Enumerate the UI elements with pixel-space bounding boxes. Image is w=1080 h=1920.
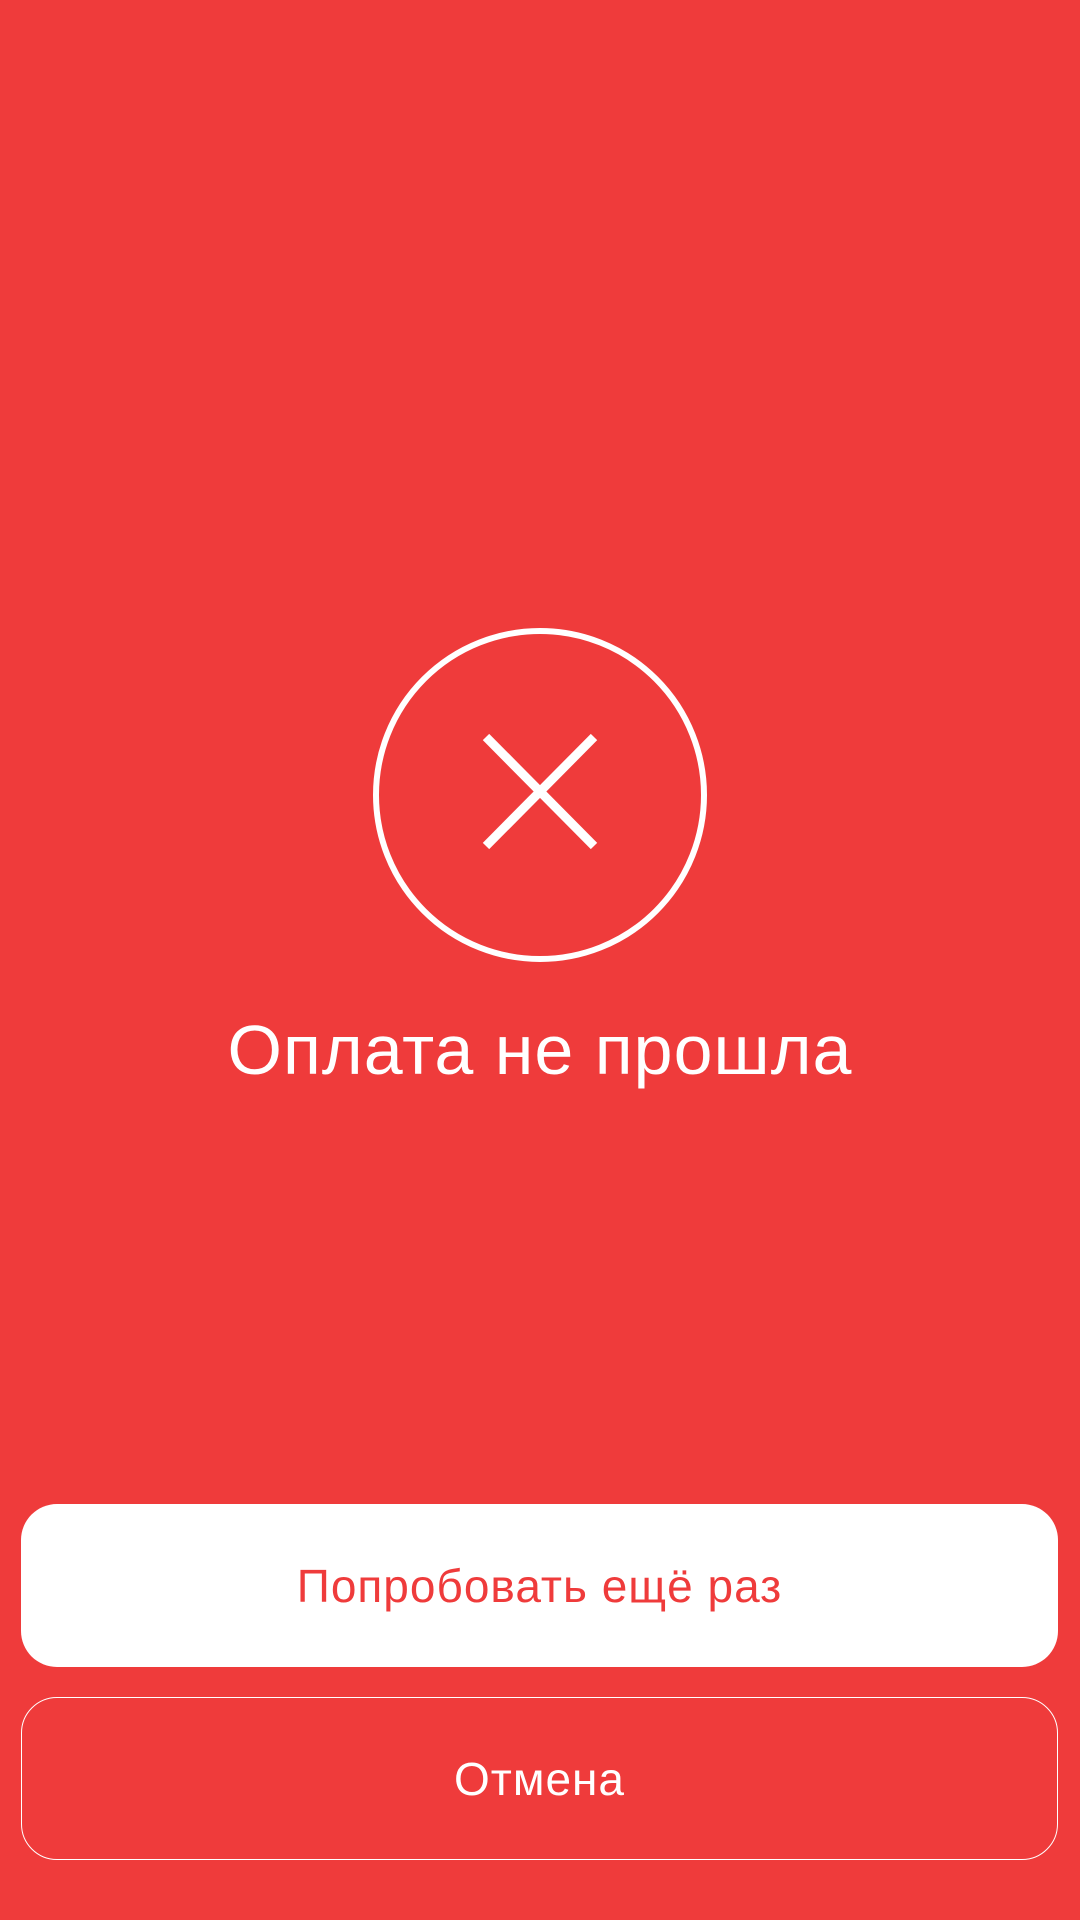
close-circle-icon	[372, 627, 708, 963]
retry-button-label: Попробовать ещё раз	[296, 1559, 783, 1612]
retry-button[interactable]: Попробовать ещё раз	[21, 1504, 1058, 1667]
page-title: Оплата не прошла	[227, 1011, 853, 1089]
cancel-button[interactable]: Отмена	[21, 1697, 1058, 1860]
payment-failed-screen: Оплата не прошла Попробовать ещё раз Отм…	[0, 0, 1080, 1920]
cancel-button-label: Отмена	[453, 1752, 626, 1805]
